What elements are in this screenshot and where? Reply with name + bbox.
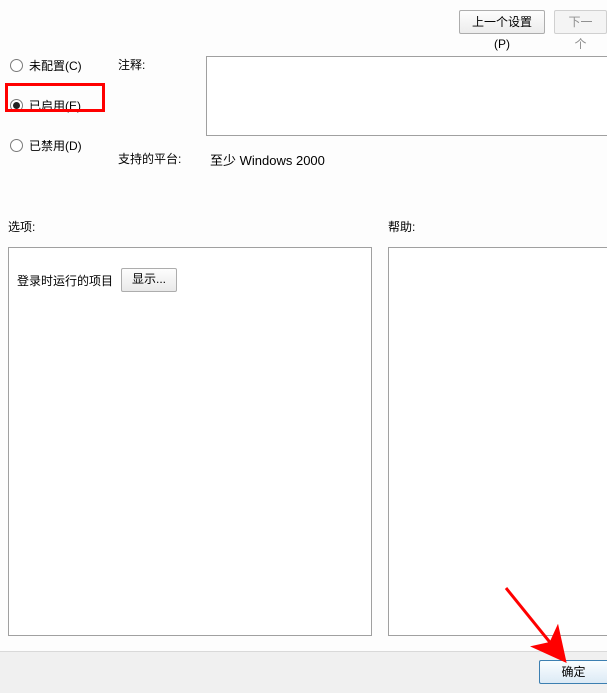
- help-label: 帮助:: [388, 218, 415, 235]
- options-label: 选项:: [8, 218, 35, 235]
- ok-button[interactable]: 确定: [539, 660, 607, 684]
- not-configured-radio[interactable]: 未配置(C): [8, 52, 86, 78]
- supported-platform-value: 至少 Windows 2000: [210, 150, 325, 169]
- enabled-radio[interactable]: 已启用(E): [8, 92, 86, 118]
- supported-platform-label: 支持的平台:: [118, 150, 181, 167]
- show-button[interactable]: 显示...: [121, 268, 177, 292]
- radio-icon: [10, 59, 23, 72]
- state-radio-group: 未配置(C) 已启用(E) 已禁用(D): [8, 52, 86, 172]
- radio-label: 已禁用(D): [29, 137, 82, 154]
- run-items-row: 登录时运行的项目 显示...: [17, 268, 363, 292]
- next-setting-button: 下一个: [554, 10, 607, 34]
- radio-label: 已启用(E): [29, 97, 81, 114]
- options-panel: 登录时运行的项目 显示...: [8, 247, 372, 636]
- previous-setting-button[interactable]: 上一个设置(P): [459, 10, 545, 34]
- radio-icon: [10, 139, 23, 152]
- disabled-radio[interactable]: 已禁用(D): [8, 132, 86, 158]
- radio-icon: [10, 99, 23, 112]
- dialog-footer: [0, 651, 607, 693]
- run-items-label: 登录时运行的项目: [17, 272, 113, 289]
- gpedit-policy-dialog: 上一个设置(P) 下一个 未配置(C) 已启用(E) 已禁用(D) 注释: 支持…: [0, 0, 607, 693]
- help-panel: [388, 247, 607, 636]
- radio-label: 未配置(C): [29, 57, 82, 74]
- comment-label: 注释:: [118, 56, 145, 73]
- comment-textarea[interactable]: [206, 56, 607, 136]
